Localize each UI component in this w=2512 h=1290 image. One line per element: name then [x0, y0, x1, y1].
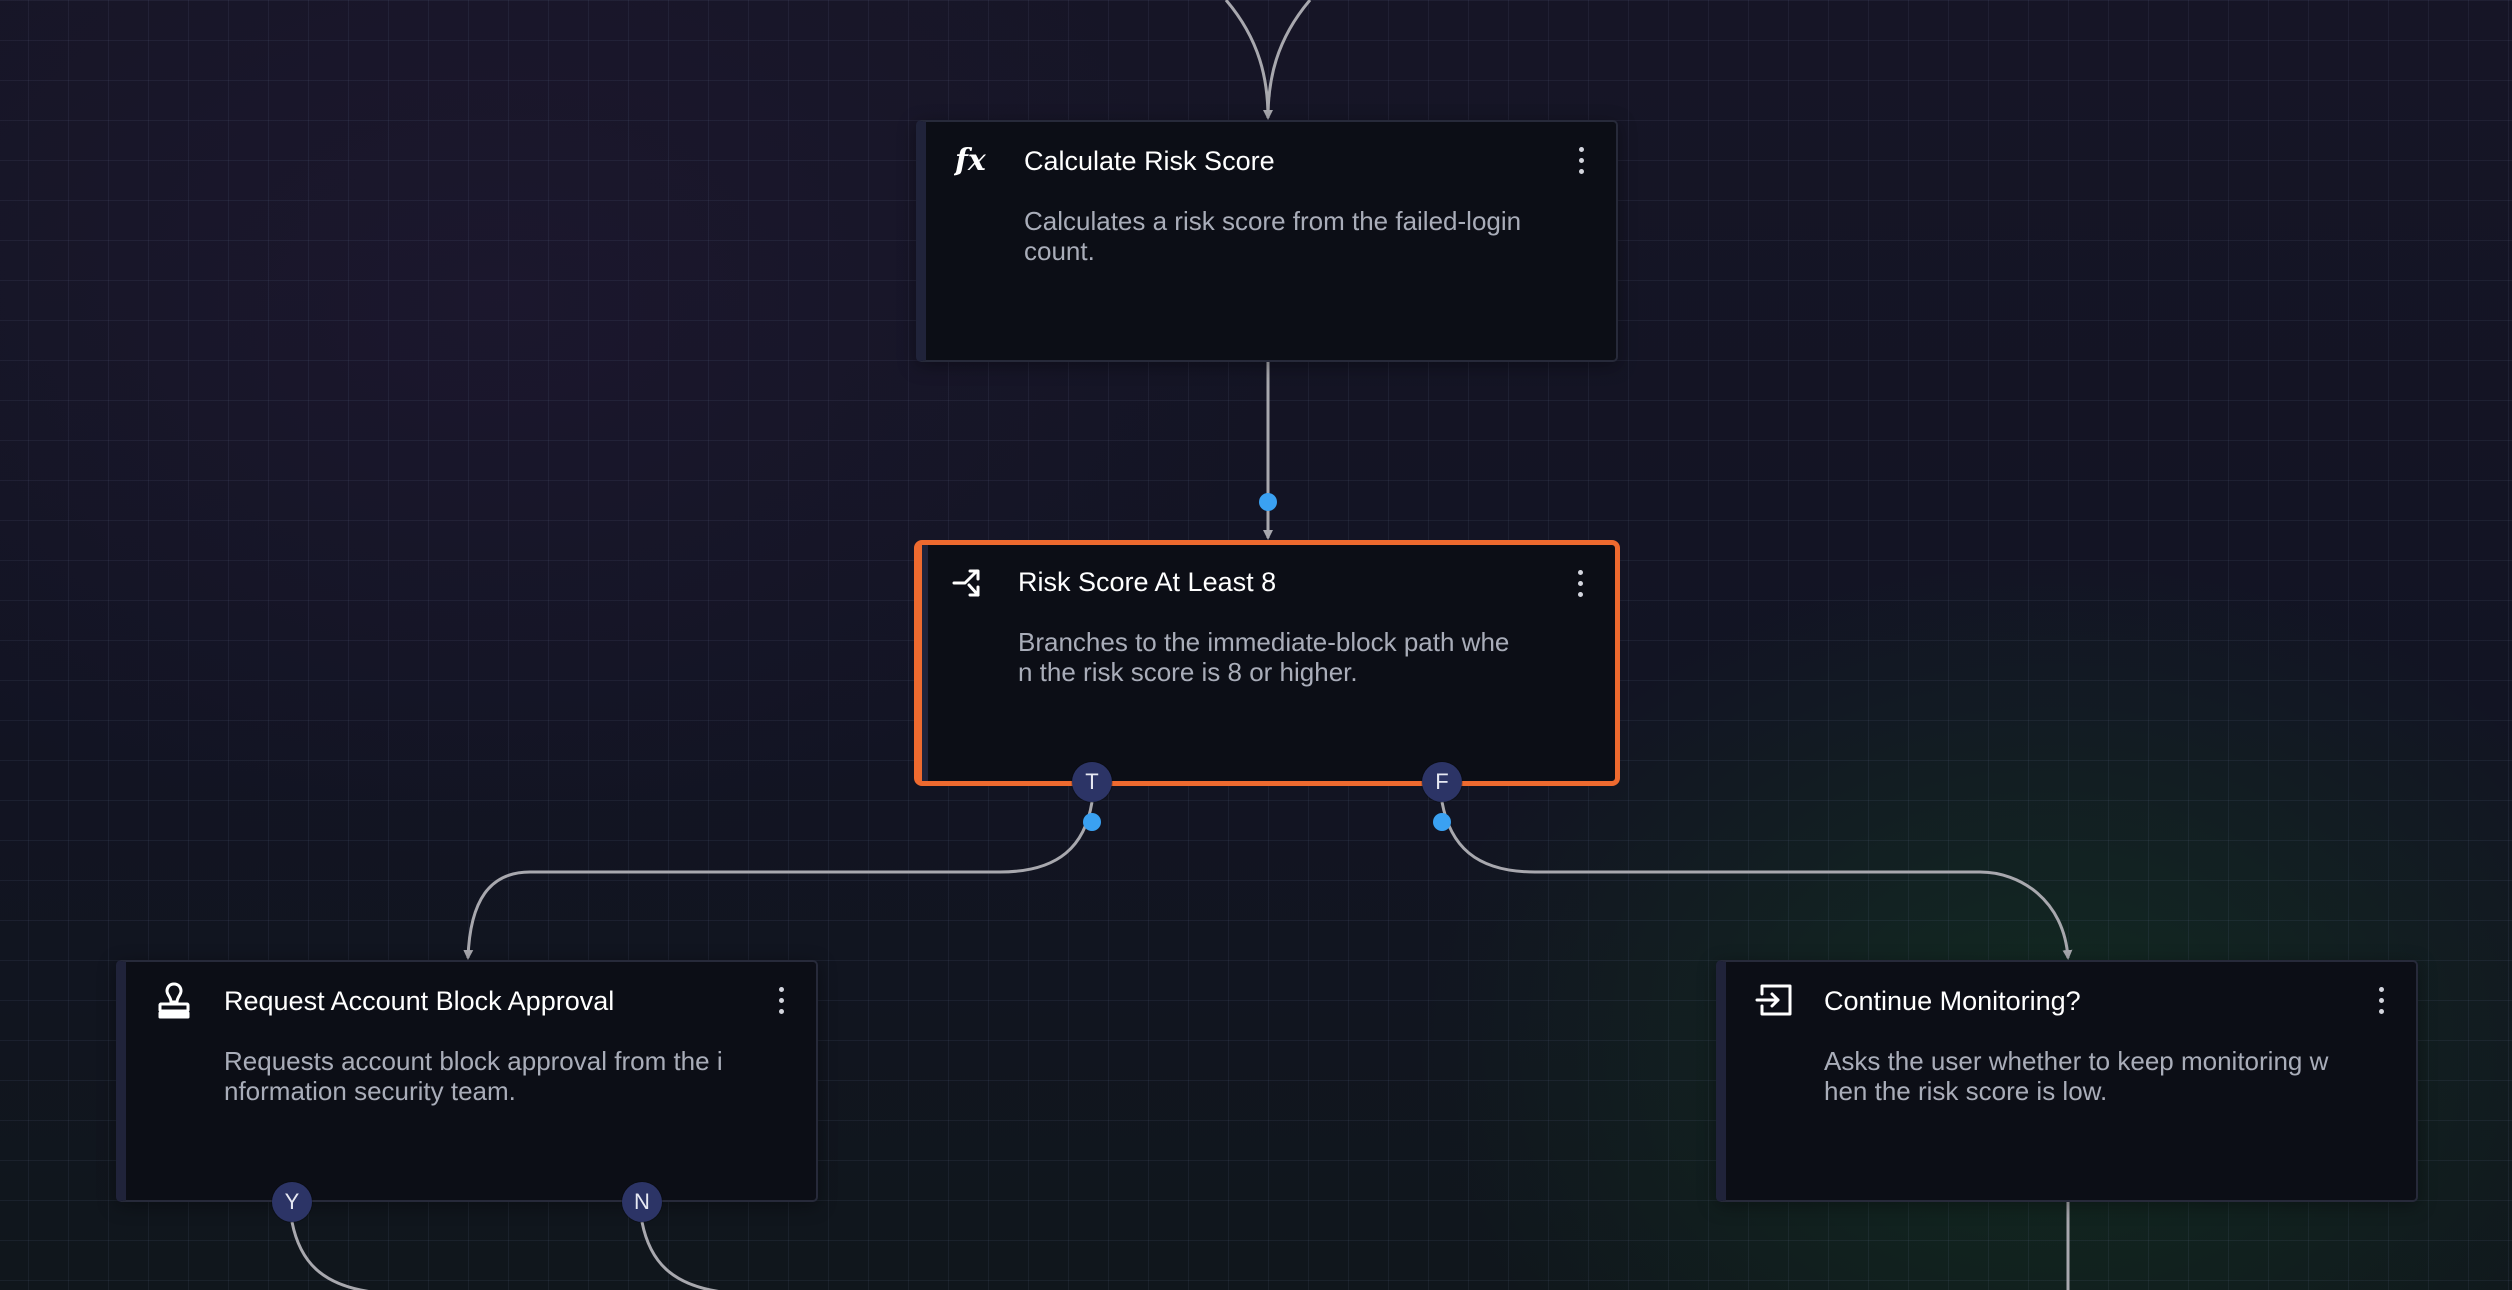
approval-stamp-icon	[154, 980, 194, 1020]
node-description: Branches to the immediate-block path whe…	[1018, 627, 1510, 687]
port-yes[interactable]: Y	[272, 1182, 312, 1222]
node-calculate-risk-score[interactable]: fx Calculate Risk Score Calculates a ris…	[916, 120, 1618, 362]
dot-icon	[2378, 986, 2384, 992]
svg-text:fx: fx	[954, 143, 987, 178]
node-menu-button[interactable]	[2368, 978, 2394, 1022]
dot-icon	[1578, 146, 1584, 152]
node-menu-button[interactable]	[1567, 561, 1593, 605]
node-description: Asks the user whether to keep monitoring…	[1824, 1046, 2329, 1106]
port-false[interactable]: F	[1422, 762, 1462, 802]
node-risk-score-condition[interactable]: Risk Score At Least 8 Branches to the im…	[914, 540, 1620, 786]
dot-icon	[1578, 168, 1584, 174]
dot-icon	[1577, 580, 1583, 586]
node-menu-button[interactable]	[768, 978, 794, 1022]
sign-in-icon	[1754, 980, 1794, 1020]
connector-handle-dot[interactable]	[1259, 493, 1277, 511]
edge-incoming-right[interactable]	[1266, 0, 1312, 119]
edge-no-out[interactable]	[640, 1221, 722, 1290]
edge-false-to-continue[interactable]	[1440, 801, 2073, 960]
dot-icon	[778, 1008, 784, 1014]
node-continue-monitoring[interactable]: Continue Monitoring? Asks the user wheth…	[1716, 960, 2418, 1202]
workflow-canvas[interactable]: fx Calculate Risk Score Calculates a ris…	[0, 0, 2512, 1290]
branch-icon	[950, 563, 990, 603]
dot-icon	[1578, 157, 1584, 163]
edge-yes-out[interactable]	[290, 1221, 372, 1290]
node-title: Request Account Block Approval	[224, 986, 615, 1016]
node-menu-button[interactable]	[1568, 138, 1594, 182]
node-request-block-approval[interactable]: Request Account Block Approval Requests …	[116, 960, 818, 1202]
dot-icon	[778, 986, 784, 992]
edge-incoming-left[interactable]	[1224, 0, 1273, 120]
dot-icon	[2378, 997, 2384, 1003]
node-title: Calculate Risk Score	[1024, 146, 1275, 176]
port-true[interactable]: T	[1072, 762, 1112, 802]
connector-handle-dot[interactable]	[1083, 813, 1101, 831]
port-no[interactable]: N	[622, 1182, 662, 1222]
edge-true-to-approval[interactable]	[463, 801, 1094, 960]
node-title: Risk Score At Least 8	[1018, 567, 1277, 597]
node-title: Continue Monitoring?	[1824, 986, 2081, 1016]
dot-icon	[1577, 591, 1583, 597]
dot-icon	[778, 997, 784, 1003]
node-description: Calculates a risk score from the failed-…	[1024, 206, 1522, 266]
dot-icon	[1577, 569, 1583, 575]
dot-icon	[2378, 1008, 2384, 1014]
connector-handle-dot[interactable]	[1433, 813, 1451, 831]
function-icon: fx	[954, 140, 994, 180]
node-description: Requests account block approval from the…	[224, 1046, 723, 1106]
